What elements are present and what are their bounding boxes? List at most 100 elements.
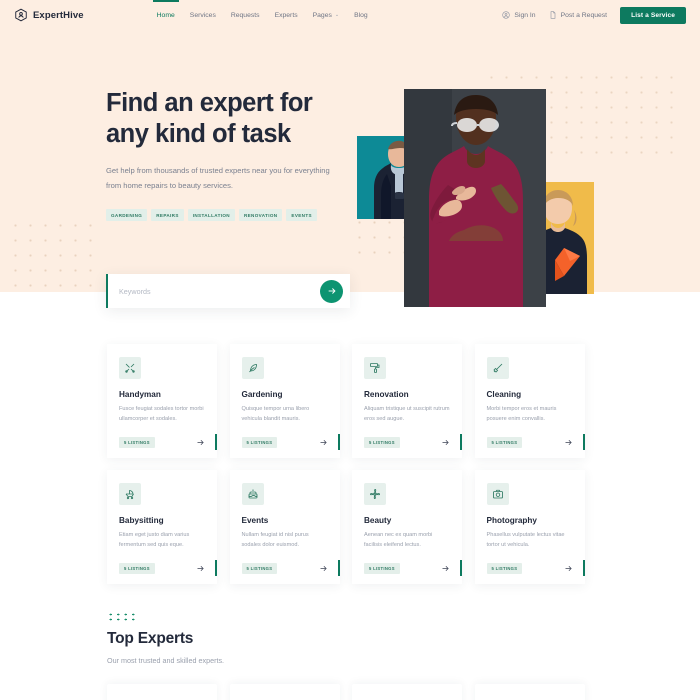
listings-badge: 5 LISTINGS [486, 563, 523, 574]
expert-card[interactable] [352, 684, 462, 700]
category-arrow-icon[interactable] [441, 438, 450, 447]
category-footer: 5 LISTINGS [486, 437, 573, 448]
hero-title-line-2: any kind of task [106, 120, 291, 148]
category-footer: 5 LISTINGS [486, 563, 573, 574]
nav-item-experts[interactable]: Experts [275, 0, 298, 30]
category-description: Etiam eget justo diam varius fermentum s… [119, 532, 190, 548]
category-arrow-icon[interactable] [196, 438, 205, 447]
category-description: Aenean nec ex quam morbi facilisis eleif… [364, 532, 433, 548]
tag-renovation[interactable]: RENOVATION [238, 209, 283, 221]
tag-installation[interactable]: INSTALLATION [187, 209, 235, 221]
category-card-handyman[interactable]: Handyman Fusce feugiat sodales tortor mo… [107, 344, 217, 458]
nav-item-pages[interactable]: Pages ⌄ [313, 0, 339, 30]
nav-item-experts-label: Experts [274, 11, 298, 19]
hero-tag-list: GARDENING REPAIRS INSTALLATION RENOVATIO… [106, 209, 358, 221]
dot-accent-icon [107, 612, 137, 621]
nav-item-blog-label: Blog [354, 11, 368, 19]
expert-card[interactable] [474, 684, 585, 700]
sign-in-link[interactable]: Sign In [502, 11, 536, 19]
listings-badge: 5 LISTINGS [241, 563, 278, 574]
top-experts-section: Top Experts Our most trusted and skilled… [107, 612, 597, 665]
dot-pattern-left [8, 218, 103, 293]
top-experts-subtitle: Our most trusted and skilled experts. [107, 656, 225, 665]
listings-badge: 5 LISTINGS [241, 437, 278, 448]
category-footer: 5 LISTINGS [364, 437, 450, 448]
nav-item-blog[interactable]: Blog [354, 0, 368, 30]
category-card-events[interactable]: Events Nullam feugiat id nisl purus soda… [229, 470, 340, 584]
nav-item-requests[interactable]: Requests [231, 0, 260, 30]
category-title: Babysitting [119, 516, 164, 525]
flower-icon [364, 483, 386, 505]
dot-pattern-middle [352, 215, 412, 260]
chevron-down-icon: ⌄ [334, 12, 340, 18]
main-navbar: ExpertHive Home Services Requests Expert… [0, 0, 700, 30]
category-arrow-icon[interactable] [441, 564, 450, 573]
category-card-photography[interactable]: Photography Phasellus vulputate lectus v… [474, 470, 585, 584]
top-experts-title: Top Experts [107, 630, 194, 647]
category-description: Fusce feugiat sodales tortor morbi ullam… [119, 406, 204, 422]
category-footer: 5 LISTINGS [241, 563, 328, 574]
document-icon [550, 11, 555, 19]
category-title: Gardening [241, 390, 283, 399]
post-request-label: Post a Request [560, 11, 608, 19]
nav-actions: Sign In Post a Request List a Service [502, 6, 686, 24]
category-title: Beauty [364, 516, 392, 525]
camera-icon [486, 483, 509, 505]
arrow-right-icon [328, 288, 336, 294]
search-input[interactable] [108, 286, 320, 296]
category-title: Handyman [119, 390, 161, 399]
search-submit-button[interactable] [320, 279, 343, 303]
category-title: Renovation [364, 390, 409, 399]
listings-badge: 5 LISTINGS [364, 563, 400, 574]
post-request-link[interactable]: Post a Request [549, 11, 607, 19]
user-circle-icon [502, 11, 511, 19]
category-arrow-icon[interactable] [564, 564, 573, 573]
category-description: Nullam feugiat id nisl purus sodales dol… [241, 532, 309, 548]
nav-item-requests-label: Requests [230, 11, 260, 19]
nav-item-services[interactable]: Services [190, 0, 216, 30]
brand-logo[interactable]: ExpertHive [14, 8, 84, 22]
category-description: Quisque tempor urna libero vehicula blan… [241, 406, 310, 422]
top-experts-card-row [107, 684, 597, 700]
category-description: Phasellus vulputate lectus vitae tortor … [486, 532, 565, 548]
brush-icon [486, 357, 509, 379]
list-a-service-button[interactable]: List a Service [620, 6, 686, 24]
category-card-gardening[interactable]: Gardening Quisque tempor urna libero veh… [229, 344, 340, 458]
leaf-icon [241, 357, 264, 379]
hero-search-bar [106, 274, 350, 308]
nav-item-home[interactable]: Home [152, 0, 179, 30]
category-arrow-icon[interactable] [319, 438, 328, 447]
category-description: Aliquam tristique ut suscipit rutrum ero… [364, 406, 450, 422]
expert-card[interactable] [107, 684, 217, 700]
hexagon-user-icon [15, 8, 27, 22]
category-arrow-icon[interactable] [564, 438, 573, 447]
tag-gardening[interactable]: GARDENING [106, 209, 148, 221]
nav-item-pages-label: Pages [312, 11, 332, 19]
tag-events[interactable]: EVENTS [286, 209, 317, 221]
category-row-1: Handyman Fusce feugiat sodales tortor mo… [107, 344, 594, 458]
category-title: Events [241, 516, 269, 525]
landing-page: ExpertHive Home Services Requests Expert… [0, 0, 700, 700]
cake-icon [241, 483, 264, 505]
category-card-babysitting[interactable]: Babysitting Etiam eget justo diam varius… [107, 470, 217, 584]
category-card-cleaning[interactable]: Cleaning Morbi tempor eros et mauris pos… [474, 344, 585, 458]
sign-in-label: Sign In [514, 11, 536, 19]
page-title: Find an expert for any kind of task [106, 88, 358, 150]
category-footer: 5 LISTINGS [119, 437, 205, 448]
category-arrow-icon[interactable] [196, 564, 205, 573]
hero-content: Find an expert for any kind of task Get … [106, 88, 358, 221]
nav-item-home-label: Home [156, 11, 175, 19]
category-arrow-icon[interactable] [319, 564, 328, 573]
listings-badge: 5 LISTINGS [364, 437, 400, 448]
category-card-renovation[interactable]: Renovation Aliquam tristique ut suscipit… [352, 344, 462, 458]
category-description: Morbi tempor eros et mauris posuere enim… [486, 406, 557, 422]
nav-item-services-label: Services [189, 11, 216, 19]
tag-repairs[interactable]: REPAIRS [151, 209, 184, 221]
expert-card[interactable] [229, 684, 340, 700]
listings-badge: 5 LISTINGS [119, 563, 155, 574]
tools-icon [119, 357, 141, 379]
category-row-2: Babysitting Etiam eget justo diam varius… [107, 470, 594, 584]
category-title: Photography [486, 516, 538, 525]
category-card-beauty[interactable]: Beauty Aenean nec ex quam morbi facilisi… [352, 470, 462, 584]
category-footer: 5 LISTINGS [241, 437, 328, 448]
